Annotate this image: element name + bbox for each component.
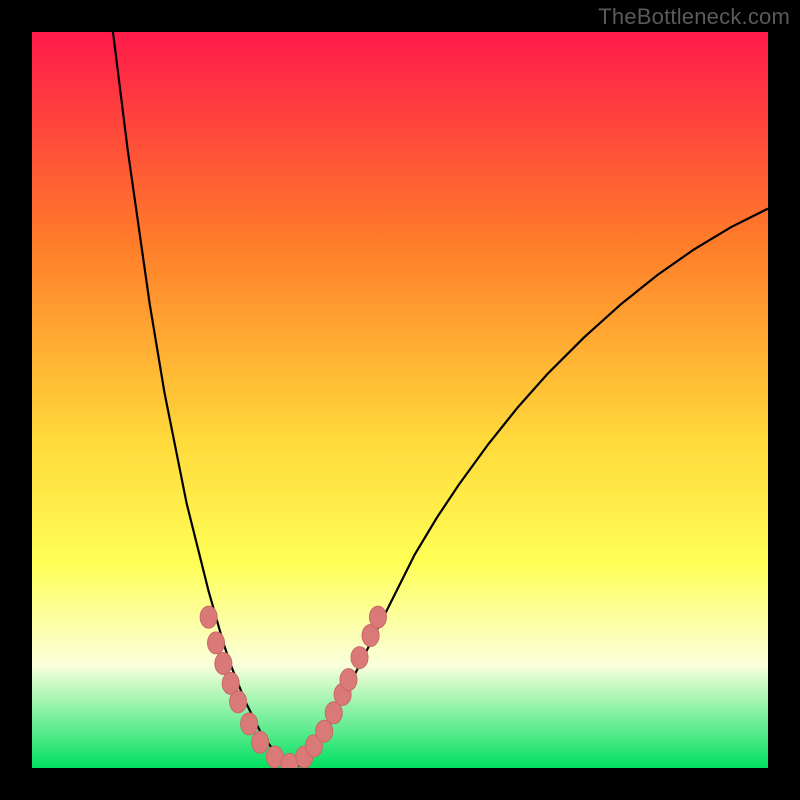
watermark-label: TheBottleneck.com <box>598 4 790 30</box>
gradient-background <box>32 32 768 768</box>
data-dot <box>208 632 225 654</box>
data-dot <box>316 720 333 742</box>
data-dot <box>351 647 368 669</box>
data-dot <box>200 606 217 628</box>
data-dot <box>369 606 386 628</box>
chart-svg <box>32 32 768 768</box>
plot-area <box>32 32 768 768</box>
data-dot <box>215 652 232 674</box>
chart-frame: TheBottleneck.com <box>0 0 800 800</box>
data-dot <box>241 713 258 735</box>
data-dot <box>252 731 269 753</box>
data-dot <box>340 669 357 691</box>
data-dot <box>230 691 247 713</box>
